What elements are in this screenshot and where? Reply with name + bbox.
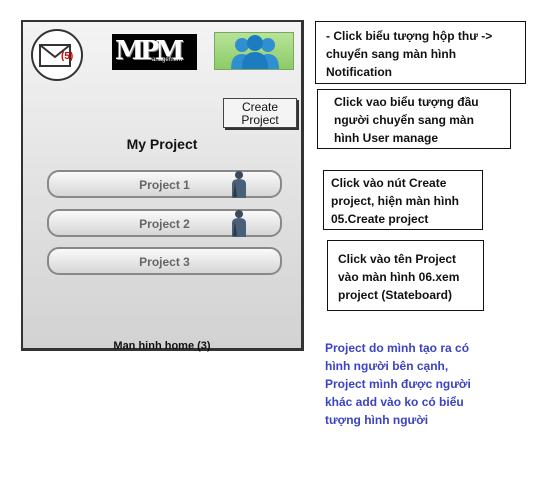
page-title: My Project [126, 136, 198, 152]
screen-caption: Man hinh home (3) [113, 340, 211, 352]
owner-annotation: Project do mình tạo ra có hình người bên… [325, 341, 471, 427]
mailbox-button[interactable]: (5) [31, 29, 83, 81]
project-item-2[interactable]: Project 2 [47, 209, 282, 237]
create-annotation: Click vào nút Create project, hiện màn h… [323, 170, 483, 230]
project-label: Project 3 [139, 255, 190, 269]
mail-count-badge: (5) [61, 51, 74, 62]
mpm-logo: MPM anagement [112, 34, 197, 70]
project-item-3[interactable]: Project 3 [47, 247, 282, 275]
project-item-1[interactable]: Project 1 [47, 170, 282, 198]
person-icon [232, 171, 246, 198]
create-project-button[interactable]: Create Project [223, 98, 297, 128]
project-annotation: Click vào tên Project vào màn hình 06.xe… [327, 240, 484, 311]
person-icon [232, 210, 246, 237]
mail-annotation: - Click biểu tượng hộp thư -> chuyển san… [315, 21, 526, 84]
home-screen-mockup: (5) MPM anagement Create Project My Proj… [21, 20, 304, 352]
user-manage-button[interactable] [214, 32, 294, 70]
users-annotation: Click vao biểu tượng đầu người chuyển sa… [317, 89, 511, 149]
logo-subtext: anagement [152, 57, 183, 63]
users-icon [231, 35, 279, 69]
